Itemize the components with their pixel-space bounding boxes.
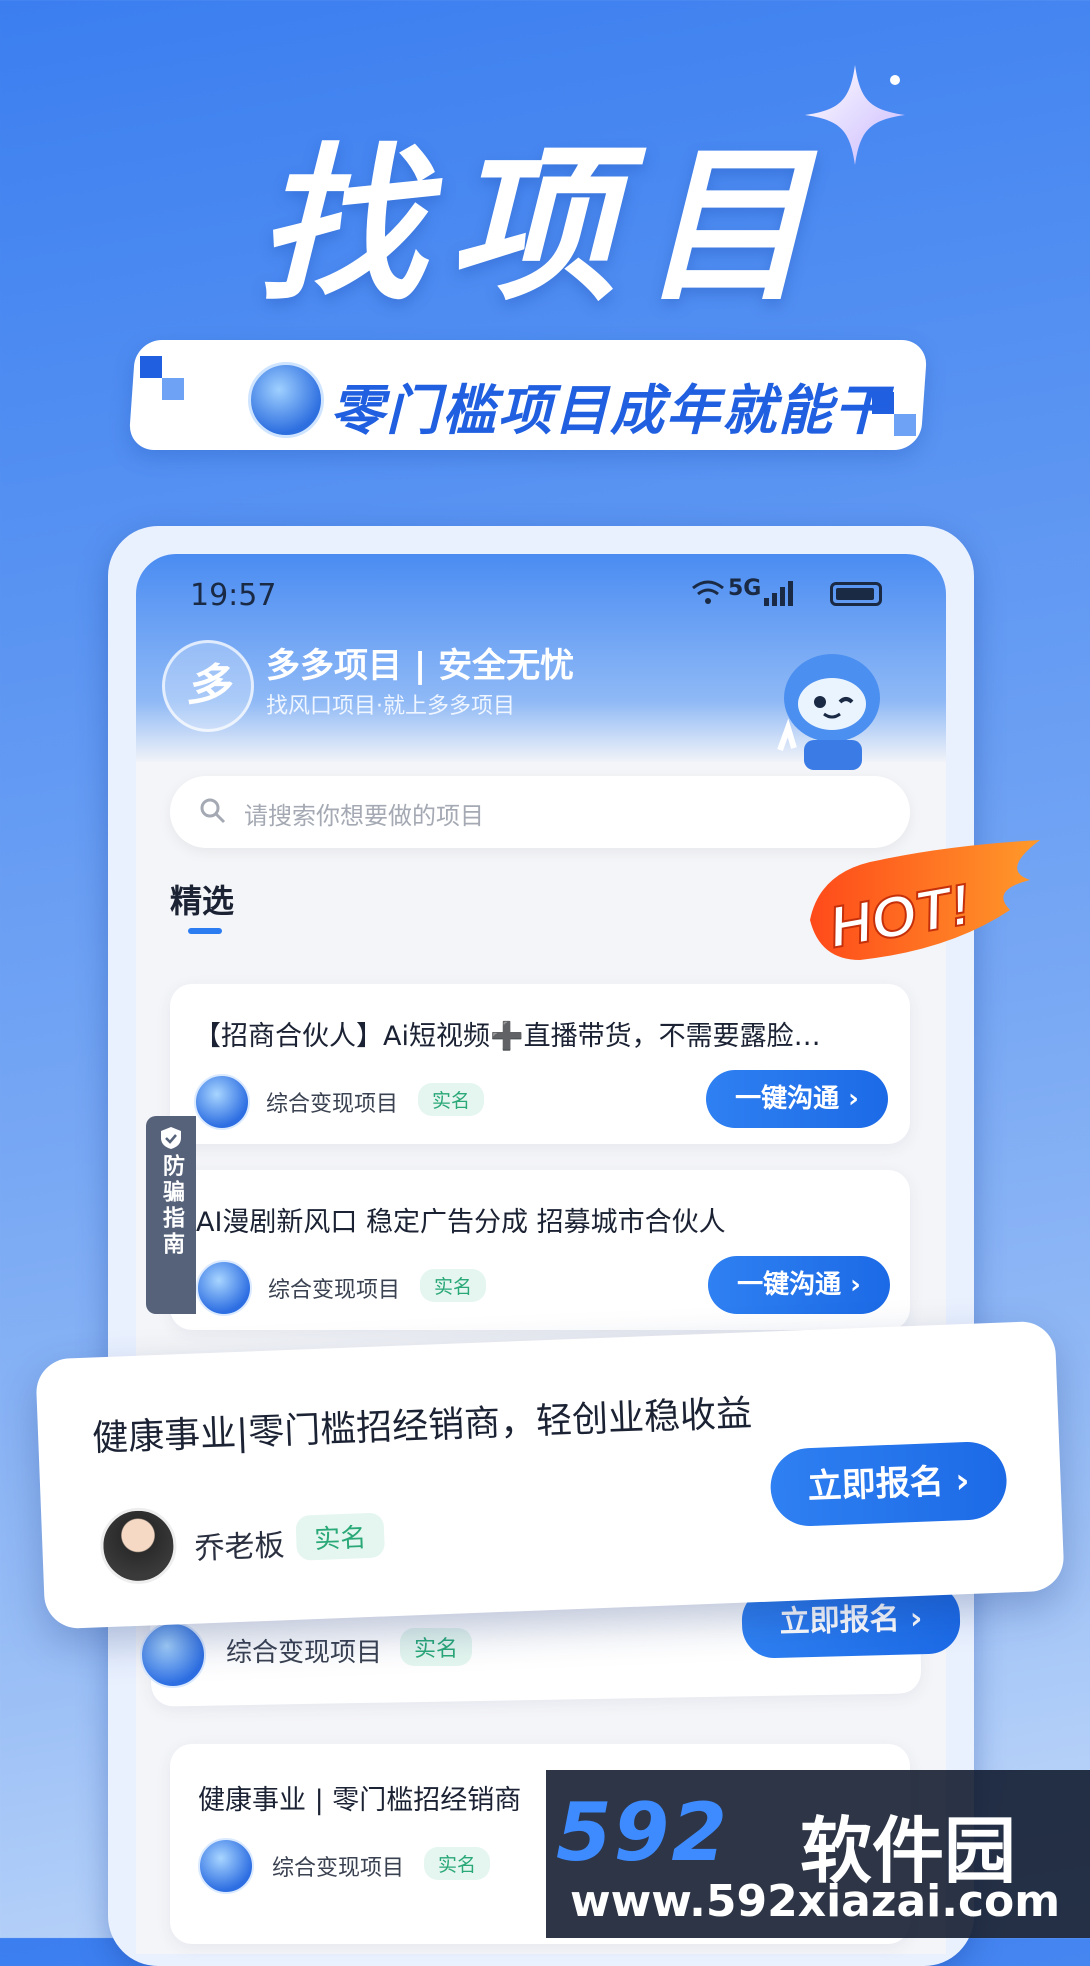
hot-badge: HOT! bbox=[810, 840, 1040, 961]
project-title: 健康事业 | 零门槛招经销商 bbox=[198, 1785, 522, 1816]
brand-subtitle: 找风口项目·就上多多项目 bbox=[266, 694, 515, 719]
slogan-text: 零门槛项目成年就能干 bbox=[330, 379, 890, 442]
decor-checker bbox=[894, 414, 916, 436]
contact-button[interactable]: 一键沟通 › bbox=[708, 1256, 890, 1314]
fraud-guide-label: 防骗指南 bbox=[159, 1154, 184, 1258]
owner-name: 乔老板 bbox=[193, 1528, 286, 1567]
decor-checker bbox=[140, 356, 162, 378]
hero-title: 找项目 bbox=[257, 128, 833, 324]
sparkle-icon bbox=[805, 65, 905, 165]
tab-active-indicator bbox=[188, 928, 222, 934]
app-logo: 多 bbox=[162, 640, 254, 732]
mascot-avatar bbox=[248, 362, 324, 438]
project-category: 综合变现项目 bbox=[268, 1278, 401, 1303]
verified-badge: 实名 bbox=[418, 1083, 485, 1116]
verified-badge: 实名 bbox=[420, 1269, 487, 1302]
wifi-icon bbox=[692, 580, 724, 604]
project-category: 综合变现项目 bbox=[272, 1856, 405, 1881]
mascot-icon bbox=[777, 654, 880, 770]
decor-checker bbox=[162, 378, 184, 400]
status-time: 19:57 bbox=[190, 578, 277, 613]
search-placeholder: 请搜索你想要做的项目 bbox=[244, 802, 484, 830]
watermark-url: www.592xiazai.com bbox=[570, 1876, 1061, 1927]
watermark-brand-number: 592 bbox=[556, 1786, 729, 1879]
verified-badge: 实名 bbox=[400, 1628, 473, 1666]
signup-button[interactable]: 立即报名 › bbox=[769, 1440, 1009, 1528]
brand-title: 多多项目 | 安全无忧 bbox=[266, 646, 575, 686]
project-category: 综合变现项目 bbox=[226, 1638, 383, 1668]
featured-title: 健康事业|零门槛招经销商，轻创业稳收益 bbox=[91, 1393, 753, 1460]
shield-icon bbox=[161, 1127, 181, 1149]
featured-project-card[interactable]: 健康事业|零门槛招经销商，轻创业稳收益 乔老板 实名 立即报名 › bbox=[35, 1320, 1065, 1630]
project-category: 综合变现项目 bbox=[266, 1092, 399, 1117]
verified-badge: 实名 bbox=[295, 1512, 386, 1561]
mascot-avatar bbox=[196, 1260, 252, 1316]
fraud-guide-tab[interactable]: 防骗指南 bbox=[146, 1116, 196, 1314]
mascot-avatar bbox=[198, 1838, 254, 1894]
battery-icon bbox=[830, 582, 882, 606]
signal-icon: 5G bbox=[728, 576, 762, 601]
signal-bars-icon bbox=[764, 581, 793, 606]
tab-featured[interactable]: 精选 bbox=[170, 876, 234, 922]
owner-avatar bbox=[98, 1506, 178, 1586]
search-icon bbox=[200, 798, 226, 824]
mascot-avatar bbox=[140, 1622, 206, 1688]
project-title: AI漫剧新风口 稳定广告分成 招募城市合伙人 bbox=[196, 1207, 726, 1238]
contact-button[interactable]: 一键沟通 › bbox=[706, 1070, 888, 1128]
project-title: 【招商合伙人】Ai短视频➕直播带货，不需要露脸… bbox=[194, 1021, 821, 1052]
mascot-avatar bbox=[194, 1074, 250, 1130]
verified-badge: 实名 bbox=[424, 1847, 491, 1880]
